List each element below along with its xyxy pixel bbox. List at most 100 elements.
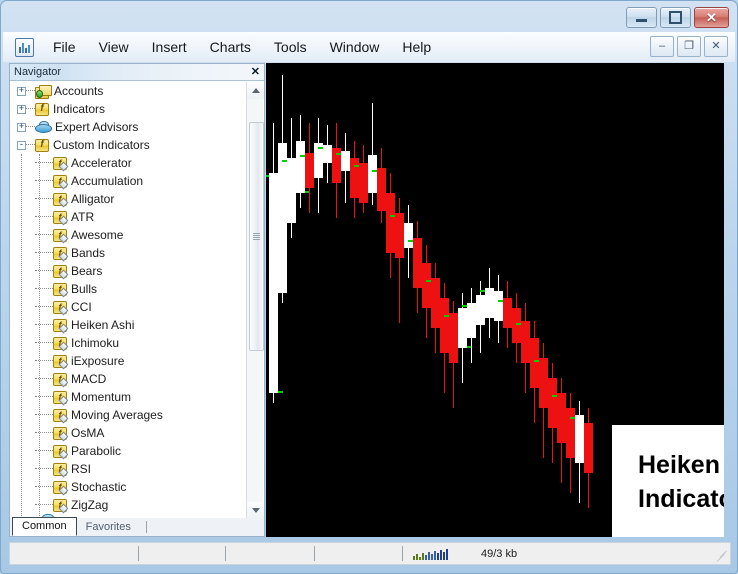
status-segment-1 xyxy=(10,546,139,561)
tree-connector xyxy=(35,252,53,254)
tree-item-indicators[interactable]: + f Indicators xyxy=(11,100,247,118)
tree-connector xyxy=(35,234,53,236)
tree-item-iexposure[interactable]: f iExposure xyxy=(11,352,247,370)
tree-connector xyxy=(35,288,53,290)
expand-icon[interactable]: + xyxy=(17,122,26,132)
candle-body xyxy=(521,321,530,363)
candle-body xyxy=(530,338,539,388)
annotation-line-2: Indicator xyxy=(638,484,724,513)
tree-item-alligator[interactable]: f Alligator xyxy=(11,190,247,208)
tree-connector xyxy=(35,306,53,308)
custom-indicator-icon: f xyxy=(53,354,67,368)
candle-open-tick xyxy=(336,153,341,155)
status-segment-2 xyxy=(139,546,226,561)
tree-item-stochastic[interactable]: f Stochastic xyxy=(11,478,247,496)
candle-open-tick xyxy=(426,280,431,282)
candle-open-tick xyxy=(444,315,449,317)
custom-indicator-icon: f xyxy=(53,426,67,440)
candle-body xyxy=(557,393,566,443)
tree-item-osma[interactable]: f OsMA xyxy=(11,424,247,442)
menu-item-charts[interactable]: Charts xyxy=(199,36,262,58)
expand-icon[interactable]: + xyxy=(17,86,26,96)
tree-item-cci[interactable]: f CCI xyxy=(11,298,247,316)
navigator-title: Navigator xyxy=(14,66,62,78)
candle-body xyxy=(566,408,575,458)
candle-body xyxy=(305,153,314,188)
navigator-scrollbar[interactable] xyxy=(246,82,264,519)
navigator-tree[interactable]: + Accounts + f Indicators + Expert Advisors - f C… xyxy=(11,82,247,519)
tree-item-rsi[interactable]: f RSI xyxy=(11,460,247,478)
tree-item-label: Moving Averages xyxy=(71,408,163,422)
tree-item-heiken-ashi[interactable]: f Heiken Ashi xyxy=(11,316,247,334)
tree-item-momentum[interactable]: f Momentum xyxy=(11,388,247,406)
menu-item-help[interactable]: Help xyxy=(391,36,442,58)
tree-item-ichimoku[interactable]: f Ichimoku xyxy=(11,334,247,352)
candle-open-tick xyxy=(300,155,305,157)
tree-item-bands[interactable]: f Bands xyxy=(11,244,247,262)
tree-item-awesome[interactable]: f Awesome xyxy=(11,226,247,244)
candle-body xyxy=(269,173,278,393)
resize-grip-icon[interactable] xyxy=(716,550,728,562)
candle-body xyxy=(350,158,359,198)
mdi-close-button[interactable]: ✕ xyxy=(704,36,728,57)
tree-item-parabolic[interactable]: f Parabolic xyxy=(11,442,247,460)
mdi-restore-button[interactable]: ❐ xyxy=(677,36,701,57)
tree-item-label: Accumulation xyxy=(71,174,144,188)
price-chart[interactable]: Heiken Ashi Indicator xyxy=(266,63,724,537)
tree-item-zigzag[interactable]: f ZigZag xyxy=(11,496,247,514)
tree-connector xyxy=(35,396,53,398)
expand-icon[interactable]: + xyxy=(17,104,26,114)
candle-body xyxy=(476,295,485,325)
tab-favorites[interactable]: Favorites xyxy=(77,519,140,536)
custom-indicator-icon: f xyxy=(53,444,67,458)
custom-indicator-icon: f xyxy=(53,372,67,386)
tree-item-label: Bands xyxy=(71,246,106,260)
menu-item-insert[interactable]: Insert xyxy=(141,36,198,58)
tree-connector xyxy=(35,360,53,362)
close-button[interactable]: ✕ xyxy=(694,7,729,28)
tree-connector xyxy=(35,486,53,488)
tree-item-accounts[interactable]: + Accounts xyxy=(11,82,247,100)
maximize-button[interactable] xyxy=(660,7,691,28)
menu-item-view[interactable]: View xyxy=(88,36,140,58)
candle-body xyxy=(341,151,350,171)
tree-item-accelerator[interactable]: f Accelerator xyxy=(11,154,247,172)
tree-item-atr[interactable]: f ATR xyxy=(11,208,247,226)
candle-body xyxy=(278,143,287,293)
tree-connector xyxy=(26,144,35,146)
data-transfer-label: 49/3 kb xyxy=(481,547,518,560)
tree-item-accumulation[interactable]: f Accumulation xyxy=(11,172,247,190)
scroll-down-arrow[interactable] xyxy=(247,502,264,519)
tree-item-expert-advisors[interactable]: + Expert Advisors xyxy=(11,118,247,136)
custom-indicator-icon: f xyxy=(53,408,67,422)
tab-separator xyxy=(145,521,147,533)
custom-indicator-icon: f xyxy=(53,264,67,278)
tree-item-bears[interactable]: f Bears xyxy=(11,262,247,280)
scrollbar-thumb[interactable] xyxy=(249,122,264,351)
status-segment-3 xyxy=(226,546,315,561)
candle-open-tick xyxy=(354,165,359,167)
tree-connector xyxy=(35,216,53,218)
tree-item-moving-averages[interactable]: f Moving Averages xyxy=(11,406,247,424)
candle-body xyxy=(368,155,377,193)
tab-common[interactable]: Common xyxy=(12,517,77,536)
tree-item-bulls[interactable]: f Bulls xyxy=(11,280,247,298)
menu-item-tools[interactable]: Tools xyxy=(263,36,318,58)
candle-open-tick xyxy=(480,290,485,292)
collapse-icon[interactable]: - xyxy=(17,140,26,150)
mdi-minimize-button[interactable]: – xyxy=(650,36,674,57)
tree-item-macd[interactable]: f MACD xyxy=(11,370,247,388)
tree-connector xyxy=(26,90,35,92)
navigator-close-icon[interactable]: ✕ xyxy=(251,65,260,79)
tree-connector xyxy=(35,198,53,200)
tree-item-label: Indicators xyxy=(53,102,106,116)
scroll-up-arrow[interactable] xyxy=(247,82,264,99)
menu-item-file[interactable]: File xyxy=(42,36,87,58)
function-icon: f xyxy=(35,102,49,116)
tree-item-label: Accelerator xyxy=(71,156,132,170)
menu-item-window[interactable]: Window xyxy=(319,36,391,58)
candle-body xyxy=(548,378,557,428)
tree-item-custom-indicators[interactable]: - f Custom Indicators xyxy=(11,136,247,154)
custom-indicator-icon: f xyxy=(53,336,67,350)
minimize-button[interactable] xyxy=(626,7,657,28)
